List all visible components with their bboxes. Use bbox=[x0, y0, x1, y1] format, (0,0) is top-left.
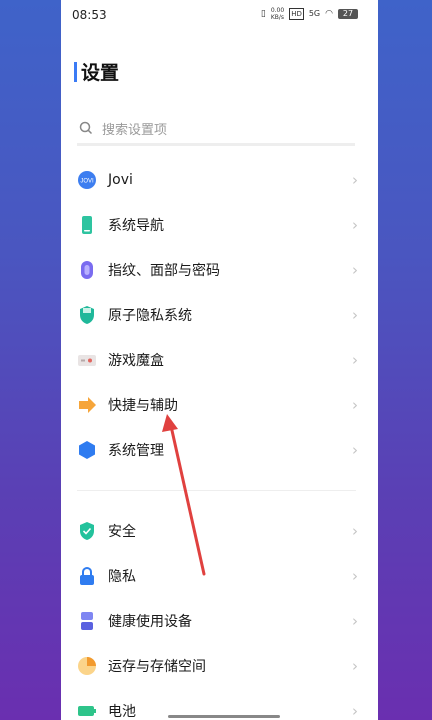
chevron-right-icon: › bbox=[352, 441, 358, 459]
item-label: 原子隐私系统 bbox=[108, 307, 192, 324]
item-label: 系统管理 bbox=[108, 442, 164, 459]
network-speed: 0.00 KB/s bbox=[270, 7, 285, 21]
hourglass-icon bbox=[77, 611, 97, 631]
item-label: 游戏魔盒 bbox=[108, 352, 164, 369]
search-icon bbox=[79, 121, 93, 135]
chevron-right-icon: › bbox=[352, 261, 358, 279]
chevron-right-icon: › bbox=[352, 612, 358, 630]
status-time: 08:53 bbox=[72, 8, 107, 22]
chevron-right-icon: › bbox=[352, 351, 358, 369]
settings-item-atomic-privacy[interactable]: 原子隐私系统 › bbox=[61, 292, 378, 337]
status-icons: ▯ 0.00 KB/s HD 5G ◠ 27 bbox=[261, 7, 358, 21]
vibrate-icon: ▯ bbox=[260, 9, 266, 19]
settings-item-game-box[interactable]: 游戏魔盒 › bbox=[61, 337, 378, 382]
page-title: 设置 bbox=[81, 62, 120, 84]
chevron-right-icon: › bbox=[352, 216, 358, 234]
title-accent bbox=[74, 61, 77, 82]
network-type: 5G bbox=[308, 9, 321, 18]
phone-nav-icon bbox=[77, 215, 97, 235]
svg-text:JOVI: JOVI bbox=[80, 178, 94, 184]
home-indicator[interactable] bbox=[168, 715, 280, 718]
settings-item-shortcut[interactable]: 快捷与辅助 › bbox=[61, 382, 378, 427]
chevron-right-icon: › bbox=[352, 522, 358, 540]
settings-list: JOVI Jovi › 系统导航 › 指纹、面部与密码 › 原子隐私系统 › 游… bbox=[61, 157, 378, 720]
security-shield-icon bbox=[77, 521, 97, 541]
chevron-right-icon: › bbox=[352, 657, 358, 675]
item-label: 健康使用设备 bbox=[108, 613, 192, 630]
battery-indicator: 27 bbox=[338, 9, 358, 19]
chevron-right-icon: › bbox=[352, 567, 358, 585]
item-label: Jovi bbox=[108, 171, 133, 188]
settings-item-jovi[interactable]: JOVI Jovi › bbox=[61, 157, 378, 202]
settings-item-fingerprint[interactable]: 指纹、面部与密码 › bbox=[61, 247, 378, 292]
item-label: 电池 bbox=[108, 703, 136, 720]
wifi-icon: ◠ bbox=[325, 9, 333, 19]
item-label: 系统导航 bbox=[108, 217, 164, 234]
battery-icon bbox=[77, 701, 97, 720]
item-label: 指纹、面部与密码 bbox=[108, 262, 220, 279]
status-bar: 08:53 ▯ 0.00 KB/s HD 5G ◠ 27 bbox=[61, 0, 378, 30]
hexagon-icon bbox=[77, 440, 97, 460]
settings-item-nav[interactable]: 系统导航 › bbox=[61, 202, 378, 247]
search-placeholder: 搜索设置项 bbox=[102, 122, 168, 138]
settings-item-privacy[interactable]: 隐私 › bbox=[61, 553, 378, 598]
jovi-icon: JOVI bbox=[77, 170, 97, 190]
item-label: 安全 bbox=[108, 523, 136, 540]
group-divider bbox=[77, 490, 356, 491]
chevron-right-icon: › bbox=[352, 171, 358, 189]
settings-item-storage[interactable]: 运存与存储空间 › bbox=[61, 643, 378, 688]
settings-item-system-management[interactable]: 系统管理 › bbox=[61, 427, 378, 472]
lock-icon bbox=[77, 566, 97, 586]
chevron-right-icon: › bbox=[352, 702, 358, 720]
settings-screen: 08:53 ▯ 0.00 KB/s HD 5G ◠ 27 设置 搜索设置项 JOV… bbox=[61, 0, 378, 720]
settings-item-healthy-use[interactable]: 健康使用设备 › bbox=[61, 598, 378, 643]
search-bar[interactable]: 搜索设置项 bbox=[77, 113, 355, 146]
item-label: 运存与存储空间 bbox=[108, 658, 206, 675]
game-box-icon bbox=[77, 350, 97, 370]
fingerprint-icon bbox=[77, 260, 97, 280]
item-label: 快捷与辅助 bbox=[108, 397, 178, 414]
shield-privacy-icon bbox=[77, 305, 97, 325]
item-label: 隐私 bbox=[108, 568, 136, 585]
page-title-wrap: 设置 bbox=[74, 58, 119, 85]
storage-pie-icon bbox=[77, 656, 97, 676]
hd-badge: HD bbox=[289, 8, 304, 20]
settings-item-security[interactable]: 安全 › bbox=[61, 508, 378, 553]
chevron-right-icon: › bbox=[352, 306, 358, 324]
shortcut-arrow-icon bbox=[77, 395, 97, 415]
chevron-right-icon: › bbox=[352, 396, 358, 414]
